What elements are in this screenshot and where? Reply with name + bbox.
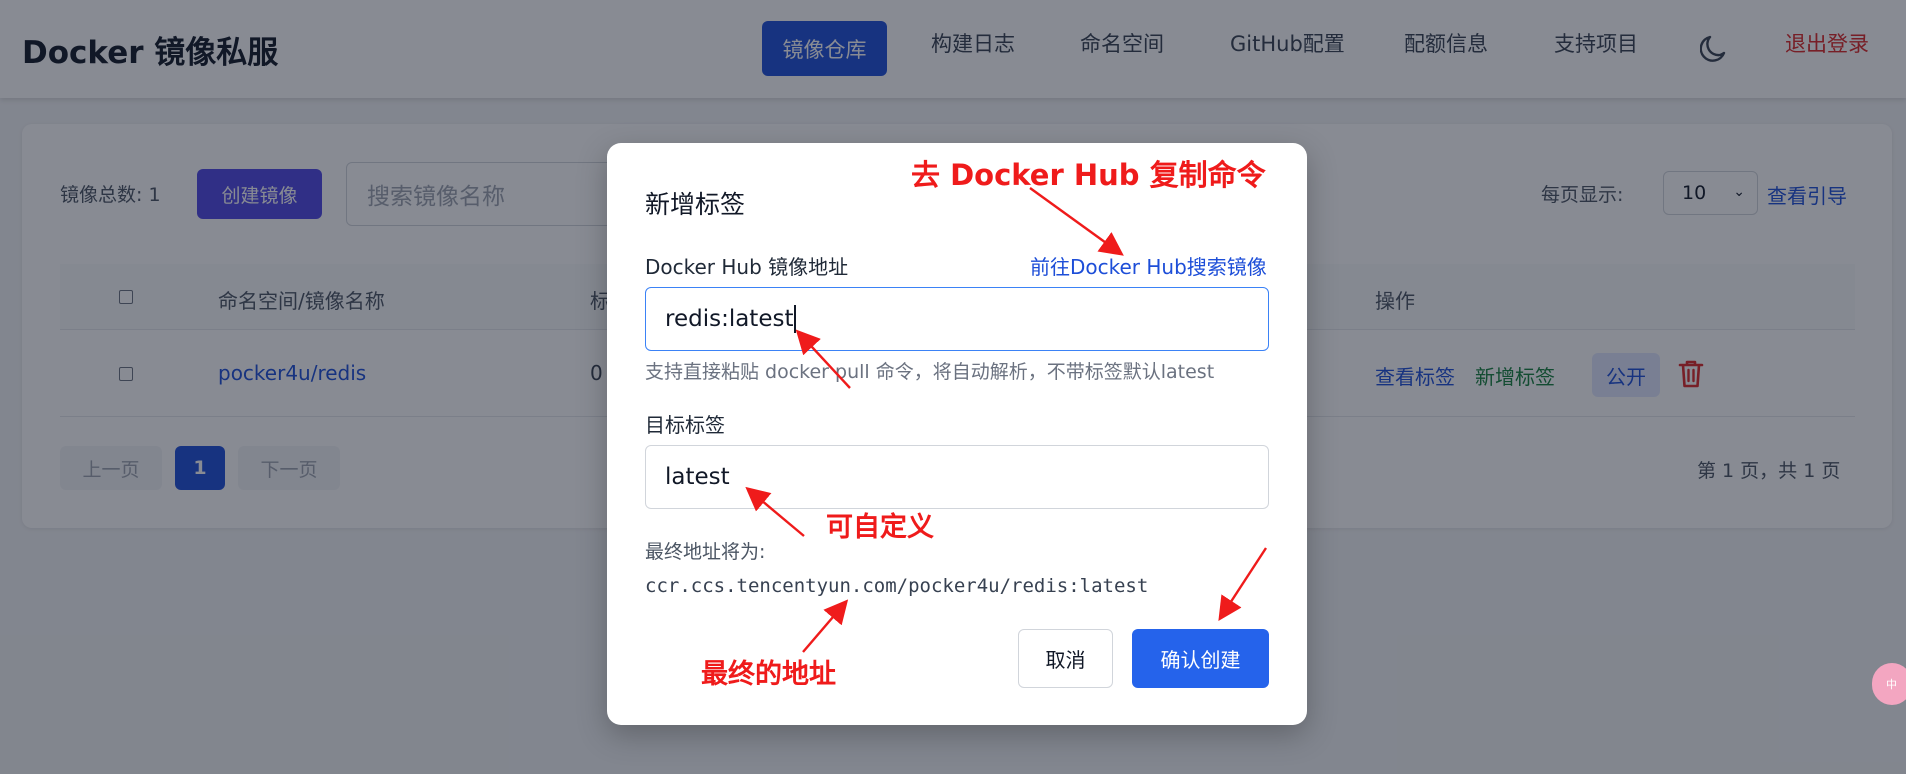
source-image-help: 支持直接粘贴 docker pull 命令，将自动解析，不带标签默认latest <box>645 361 1215 383</box>
docker-hub-search-link[interactable]: 前往Docker Hub搜索镜像 <box>1030 251 1267 280</box>
text-caret <box>794 305 796 333</box>
confirm-create-button[interactable]: 确认创建 <box>1132 629 1269 688</box>
source-image-label: Docker Hub 镜像地址 <box>645 255 849 279</box>
annotation-customizable: 可自定义 <box>826 512 934 543</box>
source-image-input[interactable]: redis:latest <box>645 287 1269 351</box>
annotation-final-address: 最终的地址 <box>701 659 836 690</box>
final-address-value: ccr.ccs.tencentyun.com/pocker4u/redis:la… <box>645 575 1149 597</box>
annotation-copy-command: 去 Docker Hub 复制命令 <box>911 158 1266 192</box>
floating-widget-text: 中 <box>1886 678 1897 691</box>
final-address-label: 最终地址将为: <box>645 541 766 563</box>
source-image-value: redis:latest <box>665 306 794 332</box>
target-tag-label: 目标标签 <box>645 413 725 437</box>
floating-language-widget[interactable]: 中 <box>1872 663 1906 705</box>
cancel-button[interactable]: 取消 <box>1018 629 1113 688</box>
target-tag-input[interactable]: latest <box>645 445 1269 509</box>
target-tag-value: latest <box>665 464 730 490</box>
add-tag-dialog: 新增标签 Docker Hub 镜像地址 前往Docker Hub搜索镜像 re… <box>607 143 1307 725</box>
dialog-title: 新增标签 <box>645 190 746 219</box>
